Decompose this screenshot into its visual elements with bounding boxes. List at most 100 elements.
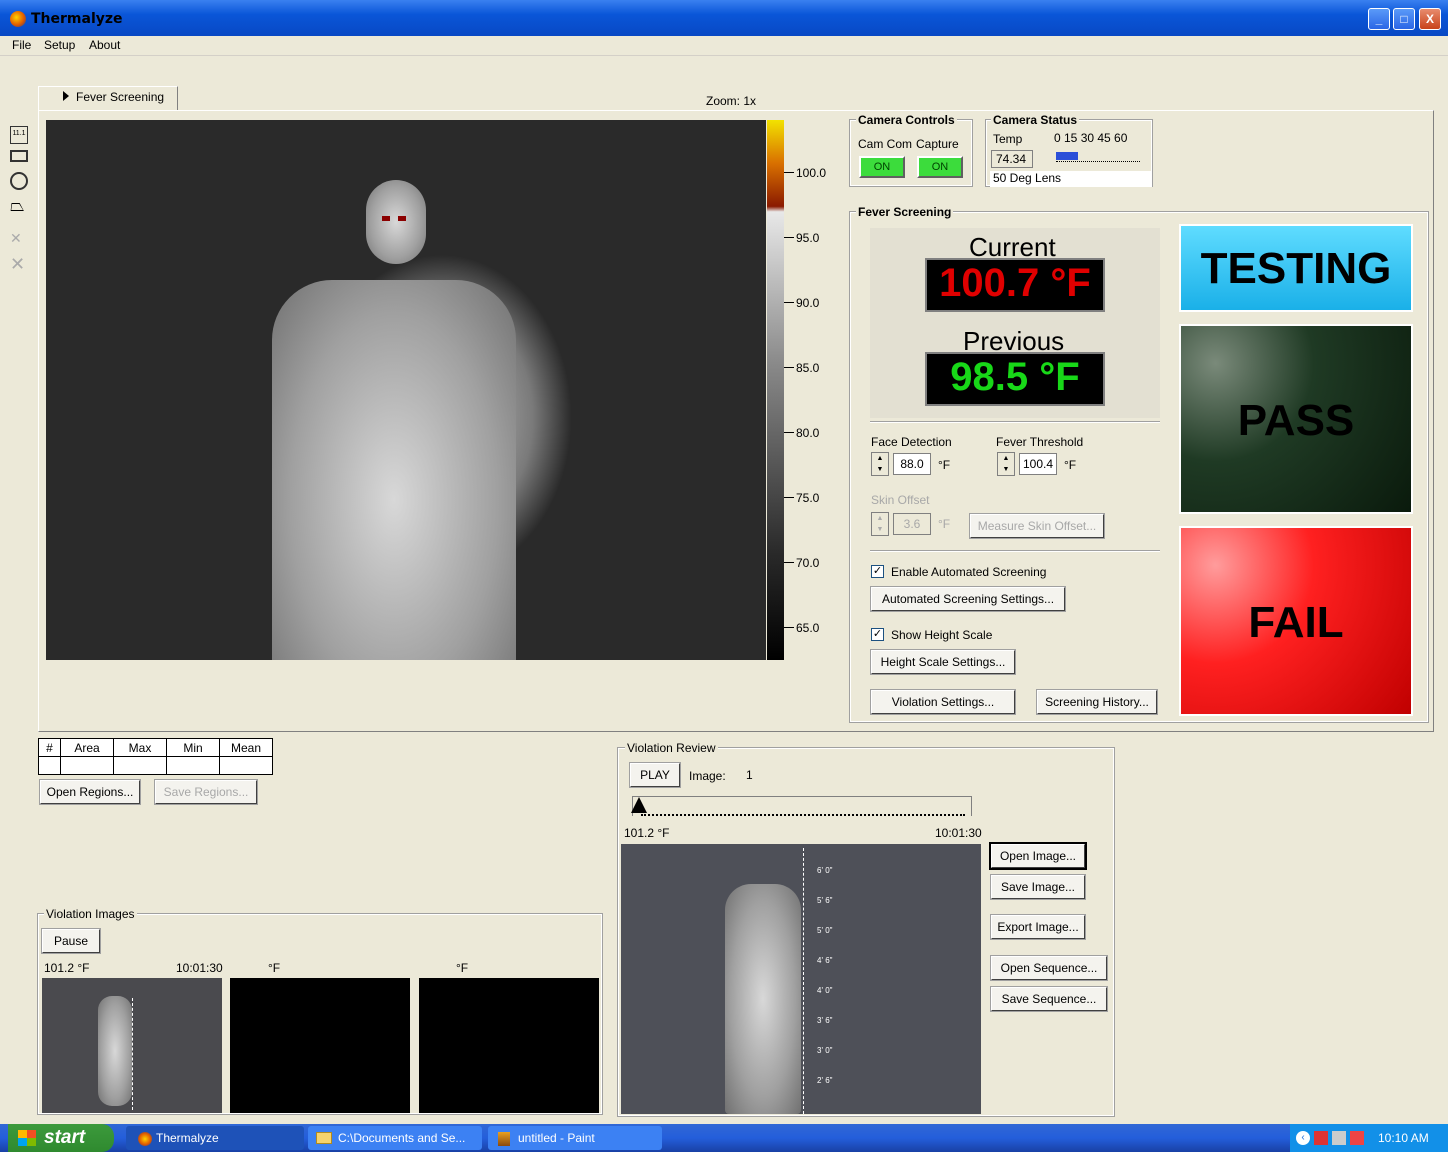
image-number: 1 [746,768,753,782]
table-cell [219,756,273,775]
title-bar[interactable] [0,0,1448,36]
slider-ticks [641,814,965,816]
window-title: Thermalyze [31,11,123,27]
pause-button[interactable]: Pause [41,928,101,954]
taskbar-item-paint[interactable]: untitled - Paint [488,1126,662,1150]
violation-review-image[interactable]: 6' 0" 5' 6" 5' 0" 4' 6" 4' 0" 3' 6" 3' 0… [621,844,981,1114]
polygon-tool-icon[interactable]: ⏢ [10,196,28,214]
scale-tick [784,367,794,368]
clock[interactable]: 10:10 AM [1378,1131,1429,1145]
pointer-tool-icon[interactable]: 11.1 [10,126,28,144]
divider [870,421,1160,423]
table-cell [38,756,61,775]
person-head [366,180,426,264]
menu-file[interactable]: File [12,38,31,52]
violation-settings-button[interactable]: Violation Settings... [870,689,1016,715]
person-review [725,884,801,1114]
column-header: Area [60,738,114,757]
windows-logo-icon [18,1130,36,1146]
scale-label: 75.0 [796,491,820,505]
violation-review-title: Violation Review [625,741,718,755]
show-height-scale-checkbox[interactable]: ✓ [871,628,884,641]
save-sequence-button[interactable]: Save Sequence... [990,986,1108,1012]
tray-alert-icon[interactable] [1350,1131,1364,1145]
camera-status-title: Camera Status [991,113,1080,127]
skin-offset-spinner[interactable]: ▲ ▼ [871,512,889,536]
temp-label: Temp [993,132,1023,146]
current-temp-display: 100.7 °F [925,258,1105,312]
automated-screening-settings-button[interactable]: Automated Screening Settings... [870,586,1066,612]
image-label: Image: [689,769,726,783]
close-button[interactable]: X [1419,8,1441,30]
fever-threshold-spinner[interactable]: ▲ ▼ [997,452,1015,476]
rectangle-tool-icon[interactable] [10,150,28,162]
violation-thumbnail-3[interactable] [419,978,599,1113]
thermal-camera-view[interactable] [46,120,766,660]
lens-label: 50 Deg Lens [990,171,1152,187]
save-regions-button[interactable]: Save Regions... [154,779,258,805]
regions-table: # Area Max Min Mean [38,738,273,775]
temp-value: 74.34 [991,150,1033,168]
scale-tick [784,562,794,563]
tab-label: Fever Screening [76,90,165,104]
enable-automated-screening-checkbox[interactable]: ✓ [871,565,884,578]
tray-network-icon[interactable] [1332,1131,1346,1145]
zoom-label: Zoom: 1x [706,94,757,108]
scale-label: 85.0 [796,361,820,375]
fever-threshold-input[interactable]: 100.4 [1019,453,1057,475]
face-detection-spinner[interactable]: ▲ ▼ [871,452,889,476]
minimize-button[interactable]: _ [1368,8,1390,30]
ellipse-tool-icon[interactable] [10,172,28,190]
height-scale-settings-button[interactable]: Height Scale Settings... [870,649,1016,675]
height-scale-line [803,848,804,1114]
capture-toggle[interactable]: ON [917,156,963,178]
slider-thumb-icon[interactable] [631,797,647,813]
scale-label: 100.0 [796,166,827,180]
open-image-button[interactable]: Open Image... [989,842,1087,870]
height-label: 3' 0" [817,1046,833,1055]
delete-tool-icon[interactable]: ✕ [10,230,28,248]
height-label: 2' 6" [817,1076,833,1085]
enable-automated-screening-label: Enable Automated Screening [891,565,1047,579]
review-slider[interactable] [631,796,972,816]
fever-threshold-label: Fever Threshold [996,435,1084,449]
delete-all-tool-icon[interactable]: ✕ [10,254,28,274]
taskbar-item-folder[interactable]: C:\Documents and Se... [308,1126,482,1150]
export-image-button[interactable]: Export Image... [990,914,1086,940]
screening-history-button[interactable]: Screening History... [1036,689,1158,715]
scale-label: 65.0 [796,621,820,635]
image1-temp: 101.2 °F [44,961,90,975]
measure-skin-offset-button[interactable]: Measure Skin Offset... [969,513,1105,539]
camera-controls-title: Camera Controls [856,113,957,127]
face-detection-input[interactable]: 88.0 [893,453,931,475]
taskbar-item-thermalyze[interactable]: Thermalyze [126,1126,304,1150]
skin-offset-input[interactable]: 3.6 [893,513,931,535]
scale-tick [784,237,794,238]
temp-slider [1056,152,1140,162]
face-unit: °F [938,458,951,472]
menu-about[interactable]: About [89,38,120,52]
save-image-button[interactable]: Save Image... [990,874,1086,900]
maximize-button[interactable]: □ [1393,8,1415,30]
cam-com-toggle[interactable]: ON [859,156,905,178]
scale-tick [784,172,794,173]
scale-label: 70.0 [796,556,820,570]
previous-temp-display: 98.5 °F [925,352,1105,406]
eye-marker-icon [382,216,390,221]
violation-thumbnail-1[interactable] [42,978,222,1113]
table-cell [166,756,220,775]
height-label: 5' 6" [817,896,833,905]
height-scale-line [132,998,133,1110]
open-regions-button[interactable]: Open Regions... [39,779,141,805]
image2-temp: °F [268,961,281,975]
divider [870,550,1160,552]
thermalyze-task-icon [138,1132,152,1146]
violation-thumbnail-2[interactable] [230,978,410,1113]
menu-setup[interactable]: Setup [44,38,75,52]
fever-screening-title: Fever Screening [856,205,954,219]
play-button[interactable]: PLAY [629,762,681,788]
tray-security-icon[interactable] [1314,1131,1328,1145]
app-icon [10,11,26,27]
open-sequence-button[interactable]: Open Sequence... [990,955,1108,981]
tray-expand-icon[interactable]: ‹ [1296,1131,1310,1145]
